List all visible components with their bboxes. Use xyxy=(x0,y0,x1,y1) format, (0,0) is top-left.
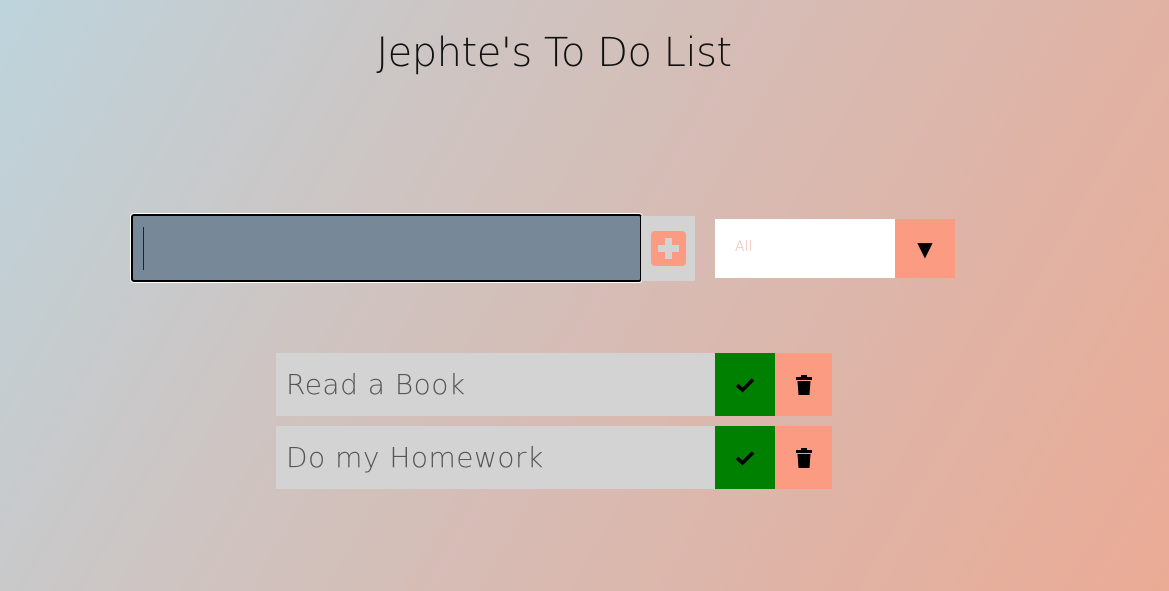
delete-button[interactable] xyxy=(775,353,832,416)
page-title: Jephte's To Do List xyxy=(376,30,732,76)
todo-item: Do my Homework xyxy=(276,426,832,489)
todo-item-text: Do my Homework xyxy=(276,426,715,489)
complete-button[interactable] xyxy=(715,353,775,416)
plus-icon xyxy=(650,231,686,266)
todo-input[interactable] xyxy=(131,214,642,282)
filter-select[interactable]: All ▼ xyxy=(715,219,955,278)
dropdown-arrow-icon: ▼ xyxy=(895,219,955,278)
todo-item-text: Read a Book xyxy=(276,353,715,416)
todo-item: Read a Book xyxy=(276,353,832,416)
trash-icon xyxy=(795,447,812,468)
todo-list: Read a Book Do my Homework xyxy=(276,353,832,499)
complete-button[interactable] xyxy=(715,426,775,489)
check-icon xyxy=(735,450,755,465)
add-todo-button[interactable] xyxy=(641,216,695,281)
check-icon xyxy=(735,377,755,392)
delete-button[interactable] xyxy=(775,426,832,489)
trash-icon xyxy=(795,374,812,395)
text-caret xyxy=(143,227,144,270)
filter-selected-value: All xyxy=(715,219,895,278)
